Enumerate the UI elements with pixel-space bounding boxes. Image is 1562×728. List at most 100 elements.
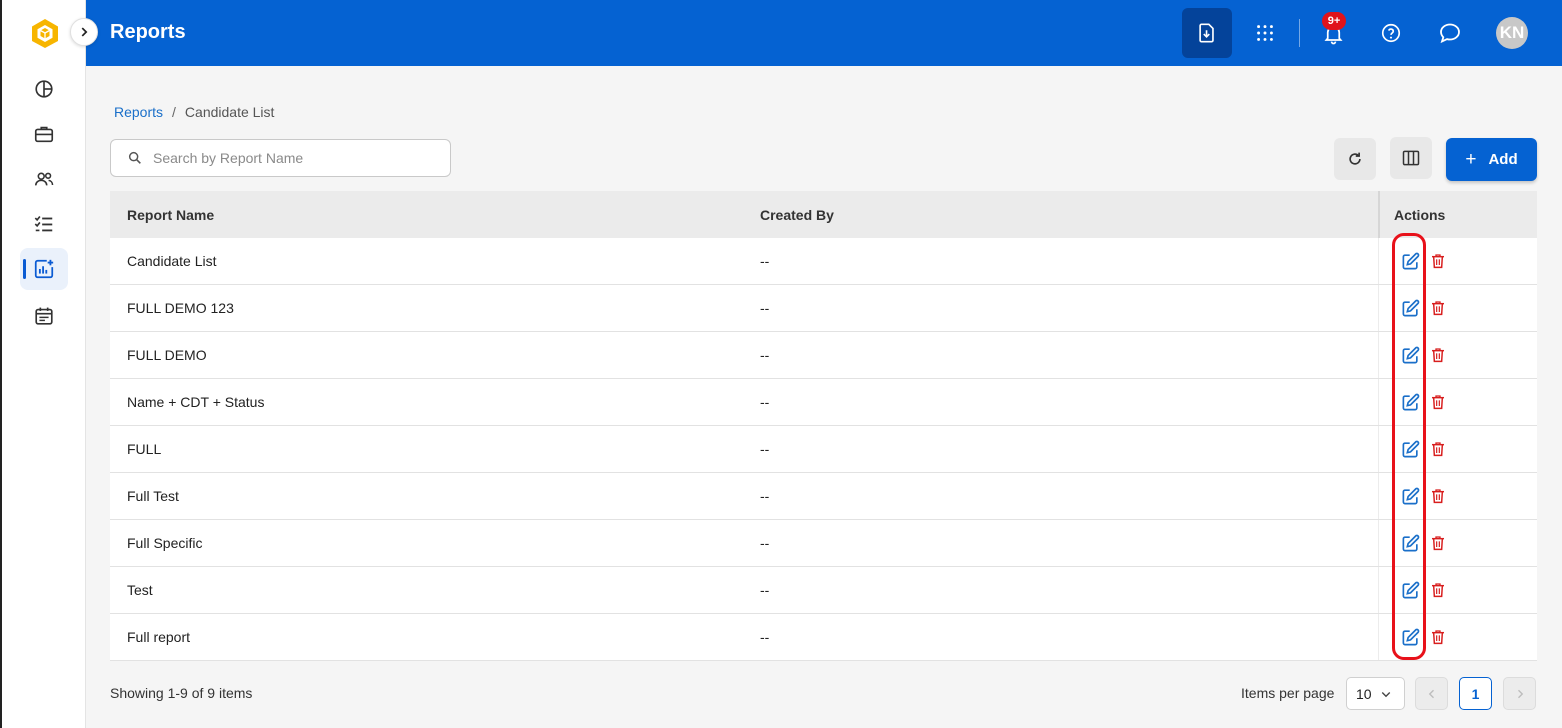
report-name-cell[interactable]: FULL xyxy=(127,441,161,457)
table-row: FULL DEMO 123 -- xyxy=(110,285,1537,332)
report-name-cell[interactable]: FULL DEMO 123 xyxy=(127,300,234,316)
edit-button[interactable] xyxy=(1400,580,1420,600)
report-name-cell[interactable]: Name + CDT + Status xyxy=(127,394,264,410)
pagination-next-button[interactable] xyxy=(1503,677,1536,710)
table-row: FULL DEMO -- xyxy=(110,332,1537,379)
report-name-cell[interactable]: Full report xyxy=(127,629,190,645)
column-divider xyxy=(1378,426,1379,472)
trash-icon xyxy=(1432,301,1444,316)
add-report-button[interactable]: + Add xyxy=(1446,138,1537,181)
apps-grid-button[interactable] xyxy=(1240,8,1290,58)
pagination-summary: Showing 1-9 of 9 items xyxy=(110,685,253,701)
trash-icon xyxy=(1432,395,1444,410)
trash-icon xyxy=(1432,630,1444,645)
edit-button[interactable] xyxy=(1400,298,1420,318)
created-by-cell: -- xyxy=(760,347,770,363)
add-button-label: Add xyxy=(1488,151,1518,168)
topbar-divider xyxy=(1299,19,1300,47)
edit-button[interactable] xyxy=(1400,486,1420,506)
columns-toggle-button[interactable] xyxy=(1390,137,1432,179)
table-row: Full Test -- xyxy=(110,473,1537,520)
sidebar-item-reports[interactable] xyxy=(20,248,68,290)
header-report-name[interactable]: Report Name xyxy=(127,207,214,223)
pagination-page-button[interactable]: 1 xyxy=(1459,677,1492,710)
pagination-prev-button[interactable] xyxy=(1415,677,1448,710)
delete-button[interactable] xyxy=(1428,533,1448,553)
edit-button[interactable] xyxy=(1400,627,1420,647)
created-by-cell: -- xyxy=(760,629,770,645)
edit-button[interactable] xyxy=(1400,345,1420,365)
trash-icon xyxy=(1432,442,1444,457)
chat-button[interactable] xyxy=(1425,8,1475,58)
report-name-cell[interactable]: FULL DEMO xyxy=(127,347,207,363)
app-logo-icon[interactable] xyxy=(29,17,61,49)
created-by-cell: -- xyxy=(760,535,770,551)
delete-button[interactable] xyxy=(1428,580,1448,600)
created-by-cell: -- xyxy=(760,300,770,316)
edit-icon xyxy=(1402,252,1419,269)
items-per-page-value: 10 xyxy=(1356,685,1372,702)
table-header: Report Name Created By Actions xyxy=(110,191,1537,238)
header-created-by[interactable]: Created By xyxy=(760,207,834,223)
edit-button[interactable] xyxy=(1400,251,1420,271)
pie-chart-icon xyxy=(35,80,53,98)
column-divider xyxy=(1378,332,1379,378)
column-divider xyxy=(1378,473,1379,519)
sidebar-collapse-button[interactable] xyxy=(70,18,98,46)
sidebar-item-tasks[interactable] xyxy=(20,203,68,245)
report-name-cell[interactable]: Test xyxy=(127,582,153,598)
table-row: Name + CDT + Status -- xyxy=(110,379,1537,426)
edit-icon xyxy=(1402,581,1419,598)
delete-button[interactable] xyxy=(1428,486,1448,506)
calendar-icon xyxy=(35,307,53,325)
edit-button[interactable] xyxy=(1400,439,1420,459)
delete-button[interactable] xyxy=(1428,392,1448,412)
sidebar-item-calendar[interactable] xyxy=(20,295,68,337)
edit-icon xyxy=(1402,628,1419,645)
column-divider xyxy=(1378,614,1379,660)
delete-button[interactable] xyxy=(1428,627,1448,647)
report-name-cell[interactable]: Full Specific xyxy=(127,535,202,551)
report-name-cell[interactable]: Full Test xyxy=(127,488,179,504)
table-row: Full report -- xyxy=(110,614,1537,661)
trash-icon xyxy=(1432,348,1444,363)
delete-button[interactable] xyxy=(1428,345,1448,365)
edit-button[interactable] xyxy=(1400,392,1420,412)
sidebar-item-dashboard[interactable] xyxy=(20,68,68,110)
user-avatar[interactable]: KN xyxy=(1496,17,1528,49)
report-name-cell[interactable]: Candidate List xyxy=(127,253,217,269)
grid-dots-icon xyxy=(1257,25,1273,41)
search-input[interactable] xyxy=(153,150,433,166)
edit-icon xyxy=(1402,487,1419,504)
edit-icon xyxy=(1402,393,1419,410)
breadcrumb-reports-link[interactable]: Reports xyxy=(114,104,163,120)
chevron-right-icon xyxy=(81,27,88,37)
checklist-icon xyxy=(34,215,53,232)
edit-button[interactable] xyxy=(1400,533,1420,553)
trash-icon xyxy=(1432,583,1444,598)
delete-button[interactable] xyxy=(1428,439,1448,459)
edit-icon xyxy=(1402,299,1419,316)
chevron-down-icon xyxy=(1381,691,1390,697)
sidebar-item-jobs[interactable] xyxy=(20,113,68,155)
delete-button[interactable] xyxy=(1428,298,1448,318)
table-row: Test -- xyxy=(110,567,1537,614)
delete-button[interactable] xyxy=(1428,251,1448,271)
chevron-left-icon xyxy=(1428,689,1434,698)
refresh-button[interactable] xyxy=(1334,138,1376,180)
created-by-cell: -- xyxy=(760,253,770,269)
reports-table: Report Name Created By Actions Candidate… xyxy=(110,191,1537,661)
sidebar xyxy=(2,0,86,728)
search-icon xyxy=(128,151,141,164)
items-per-page-select[interactable]: 10 xyxy=(1346,677,1405,710)
trash-icon xyxy=(1432,489,1444,504)
trash-icon xyxy=(1432,254,1444,269)
sidebar-item-candidates[interactable] xyxy=(20,158,68,200)
column-divider xyxy=(1378,520,1379,566)
plus-icon: + xyxy=(1465,148,1477,170)
table-body: Candidate List -- FULL DEMO 123 -- FULL DEMO… xyxy=(110,238,1537,661)
column-divider xyxy=(1378,567,1379,613)
help-button[interactable] xyxy=(1366,8,1416,58)
page-title: Reports xyxy=(110,21,186,43)
download-report-button[interactable] xyxy=(1182,8,1232,58)
